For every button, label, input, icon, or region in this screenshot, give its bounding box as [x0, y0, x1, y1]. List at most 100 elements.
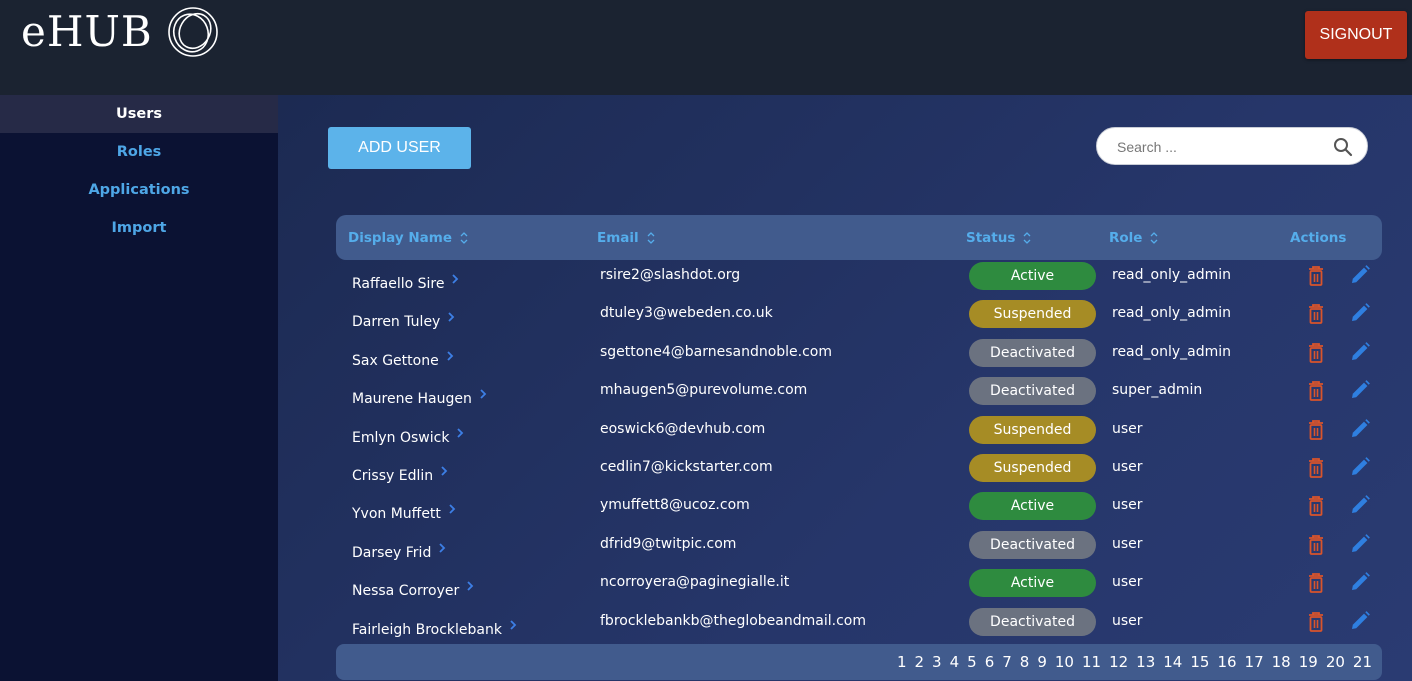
page-link[interactable]: 12: [1109, 653, 1128, 671]
page-link[interactable]: 21: [1353, 653, 1372, 671]
page-link[interactable]: 2: [915, 653, 925, 671]
page-link[interactable]: 15: [1190, 653, 1209, 671]
chevron-right-icon[interactable]: [455, 427, 465, 439]
sidebar-item-roles[interactable]: Roles: [0, 133, 278, 171]
page-link[interactable]: 5: [967, 653, 977, 671]
page-link[interactable]: 7: [1002, 653, 1012, 671]
user-role: user: [1112, 536, 1143, 552]
trash-icon[interactable]: [1306, 457, 1326, 479]
search-icon[interactable]: [1333, 137, 1353, 157]
table-row: Nessa Corroyer ncorroyera@paginegialle.it…: [278, 564, 1412, 602]
trash-icon[interactable]: [1306, 572, 1326, 594]
column-label: Role: [1109, 229, 1143, 246]
page-link[interactable]: 10: [1055, 653, 1074, 671]
main-content: ADD USER Display Name Email Status Role …: [278, 95, 1412, 681]
user-name-link[interactable]: Fairleigh Brocklebank: [352, 619, 518, 638]
user-email: ncorroyera@paginegialle.it: [600, 574, 790, 590]
search-input[interactable]: [1117, 137, 1317, 157]
sort-icon[interactable]: [1023, 231, 1031, 245]
page-link[interactable]: 16: [1217, 653, 1236, 671]
column-header-status[interactable]: Status: [966, 215, 1031, 260]
user-email: fbrocklebankb@theglobeandmail.com: [600, 613, 866, 629]
page-link[interactable]: 1: [897, 653, 907, 671]
sidebar-item-applications[interactable]: Applications: [0, 171, 278, 209]
user-email: mhaugen5@purevolume.com: [600, 382, 808, 398]
page-link[interactable]: 3: [932, 653, 942, 671]
pencil-icon[interactable]: [1349, 610, 1371, 632]
user-name-link[interactable]: Maurene Haugen: [352, 388, 488, 407]
trash-icon[interactable]: [1306, 303, 1326, 325]
user-name-link[interactable]: Darsey Frid: [352, 542, 447, 561]
user-name: Nessa Corroyer: [352, 583, 460, 599]
pencil-icon[interactable]: [1349, 302, 1371, 324]
user-role: user: [1112, 459, 1143, 475]
trash-icon[interactable]: [1306, 534, 1326, 556]
trash-icon[interactable]: [1306, 495, 1326, 517]
chevron-right-icon[interactable]: [439, 465, 449, 477]
user-name-link[interactable]: Crissy Edlin: [352, 465, 449, 484]
user-name-link[interactable]: Raffaello Sire: [352, 273, 460, 292]
sort-icon[interactable]: [460, 231, 468, 245]
chevron-right-icon[interactable]: [465, 580, 475, 592]
trash-icon[interactable]: [1306, 380, 1326, 402]
page-link[interactable]: 4: [950, 653, 960, 671]
trash-icon[interactable]: [1306, 419, 1326, 441]
user-name: Darren Tuley: [352, 314, 441, 330]
pencil-icon[interactable]: [1349, 456, 1371, 478]
pencil-icon[interactable]: [1349, 264, 1371, 286]
page-link[interactable]: 9: [1037, 653, 1047, 671]
page-link[interactable]: 14: [1163, 653, 1182, 671]
page-link[interactable]: 20: [1326, 653, 1345, 671]
pencil-icon[interactable]: [1349, 571, 1371, 593]
column-header-email[interactable]: Email: [597, 215, 655, 260]
user-name-link[interactable]: Emlyn Oswick: [352, 427, 465, 446]
chevron-right-icon[interactable]: [447, 503, 457, 515]
signout-button[interactable]: SIGNOUT: [1305, 11, 1407, 59]
pencil-icon[interactable]: [1349, 379, 1371, 401]
user-name: Crissy Edlin: [352, 468, 434, 484]
chevron-right-icon[interactable]: [445, 350, 455, 362]
logo[interactable]: eHUB: [21, 6, 219, 58]
column-header-role[interactable]: Role: [1109, 215, 1158, 260]
sidebar-item-users[interactable]: Users: [0, 95, 278, 133]
page-link[interactable]: 8: [1020, 653, 1030, 671]
trash-icon[interactable]: [1306, 265, 1326, 287]
page-link[interactable]: 6: [985, 653, 995, 671]
user-name-link[interactable]: Darren Tuley: [352, 311, 456, 330]
pencil-icon[interactable]: [1349, 341, 1371, 363]
user-name-link[interactable]: Yvon Muffett: [352, 503, 457, 522]
pencil-icon[interactable]: [1349, 418, 1371, 440]
pencil-icon[interactable]: [1349, 533, 1371, 555]
trash-icon[interactable]: [1306, 611, 1326, 633]
page-link[interactable]: 13: [1136, 653, 1155, 671]
status-badge: Suspended: [969, 300, 1096, 328]
user-role: user: [1112, 421, 1143, 437]
sidebar-item-import[interactable]: Import: [0, 209, 278, 247]
trash-icon[interactable]: [1306, 342, 1326, 364]
chevron-right-icon[interactable]: [450, 273, 460, 285]
chevron-right-icon[interactable]: [446, 311, 456, 323]
pencil-icon[interactable]: [1349, 494, 1371, 516]
sort-icon[interactable]: [1150, 231, 1158, 245]
chevron-right-icon[interactable]: [437, 542, 447, 554]
column-label: Status: [966, 229, 1016, 246]
user-role: user: [1112, 574, 1143, 590]
page-link[interactable]: 19: [1299, 653, 1318, 671]
page-link[interactable]: 17: [1245, 653, 1264, 671]
status-badge: Deactivated: [969, 531, 1096, 559]
column-header-actions: Actions: [1290, 215, 1346, 260]
column-header-display-name[interactable]: Display Name: [348, 215, 468, 260]
page-link[interactable]: 11: [1082, 653, 1101, 671]
user-email: cedlin7@kickstarter.com: [600, 459, 773, 475]
table-row: Sax Gettone sgettone4@barnesandnoble.com D…: [278, 334, 1412, 372]
sort-icon[interactable]: [647, 231, 655, 245]
add-user-button[interactable]: ADD USER: [328, 127, 471, 169]
user-name-link[interactable]: Sax Gettone: [352, 350, 455, 369]
page-link[interactable]: 18: [1272, 653, 1291, 671]
top-bar: eHUB SIGNOUT: [0, 0, 1412, 95]
chevron-right-icon[interactable]: [478, 388, 488, 400]
chevron-right-icon[interactable]: [508, 619, 518, 631]
status-badge: Active: [969, 569, 1096, 597]
user-name-link[interactable]: Nessa Corroyer: [352, 580, 475, 599]
search-box: [1096, 127, 1368, 165]
